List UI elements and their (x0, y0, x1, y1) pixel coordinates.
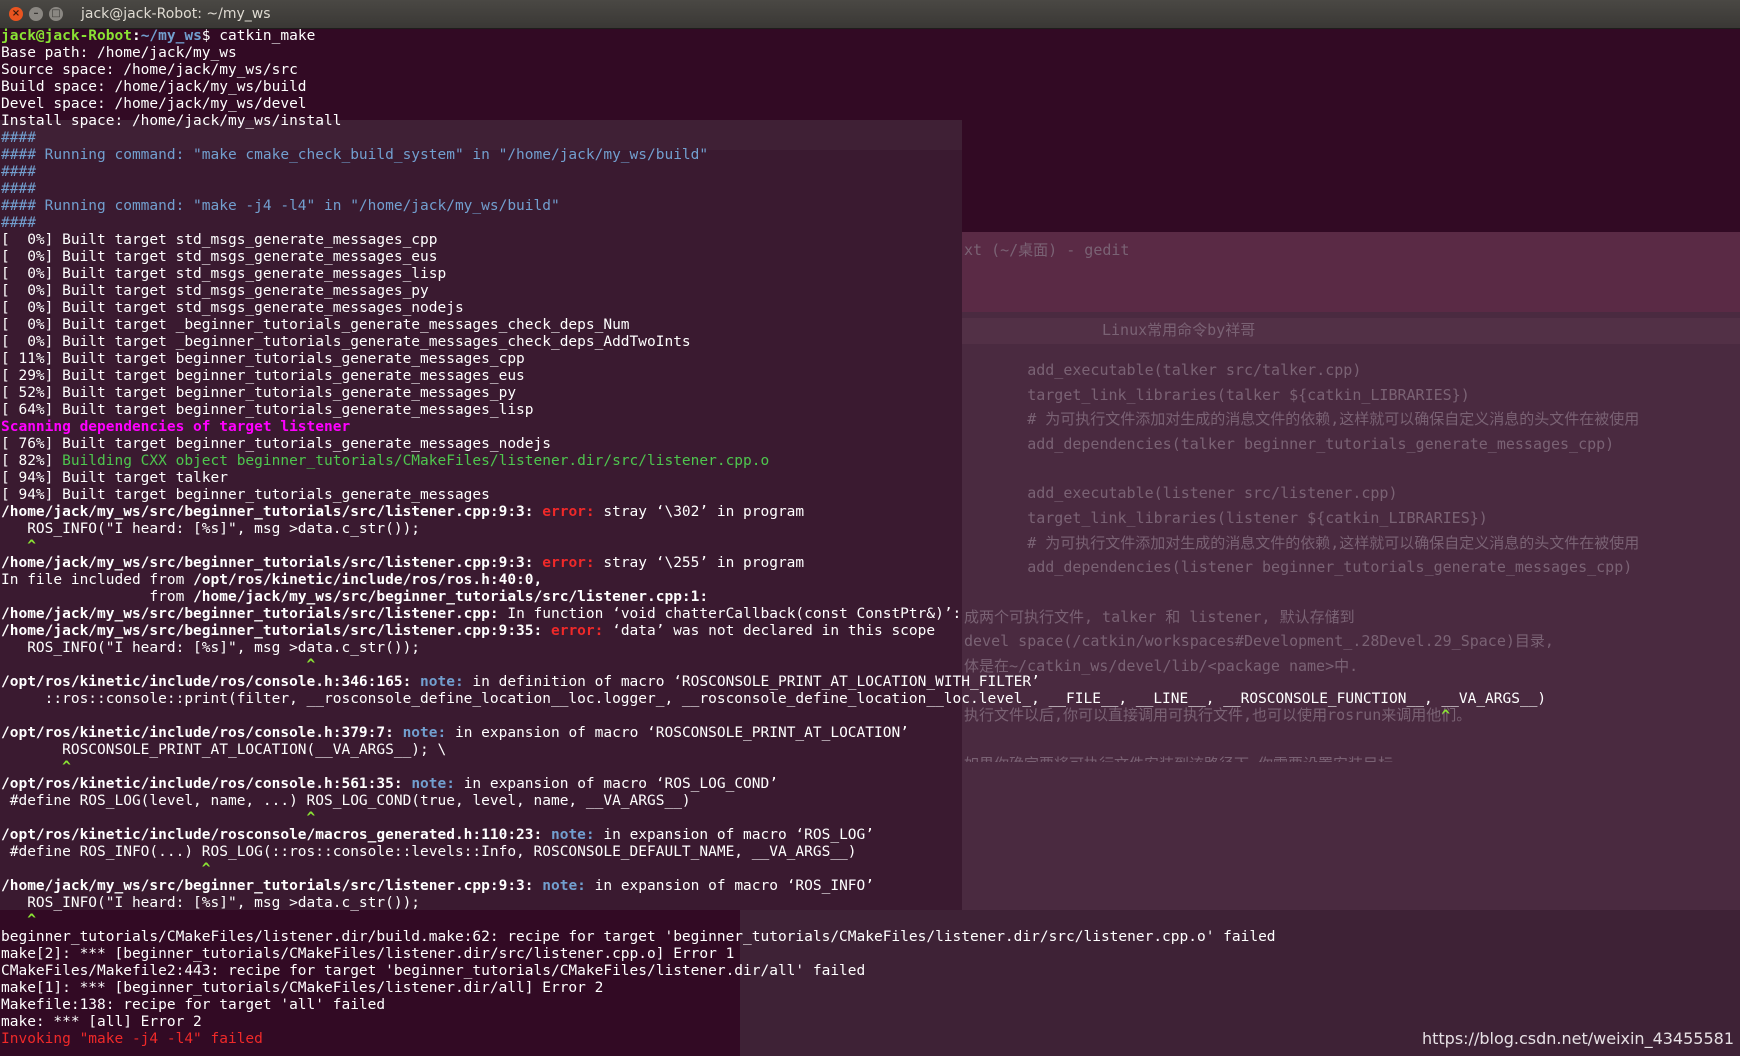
scanning-line: Scanning dependencies of target listener (1, 419, 351, 435)
error-line: /home/jack/my_ws/src/beginner_tutorials/… (1, 555, 805, 571)
desktop: xt (~/桌面) - gedit Linux常用命令by祥哥 add_exec… (0, 0, 1740, 1056)
failure-line: make[1]: *** [beginner_tutorials/CMakeFi… (1, 980, 604, 996)
output-line: [ 0%] Built target _beginner_tutorials_g… (1, 334, 691, 350)
caret-line: ^ (1, 759, 71, 775)
window-title: jack@jack-Robot: ~/my_ws (81, 6, 271, 22)
code-line: #define ROS_LOG(level, name, ...) ROS_LO… (1, 793, 691, 809)
caret-line: ^ (1, 861, 211, 877)
error-line: /home/jack/my_ws/src/beginner_tutorials/… (1, 623, 936, 639)
caret-line: ^ (1, 708, 1451, 724)
output-line: Base path: /home/jack/my_ws (1, 45, 237, 61)
note-line: /home/jack/my_ws/src/beginner_tutorials/… (1, 878, 874, 894)
included-line: from /home/jack/my_ws/src/beginner_tutor… (1, 589, 709, 605)
output-line: [ 29%] Built target beginner_tutorials_g… (1, 368, 525, 384)
included-line: In file included from /opt/ros/kinetic/i… (1, 572, 543, 588)
error-keyword: error: (550, 623, 613, 639)
in-function-line: /home/jack/my_ws/src/beginner_tutorials/… (1, 606, 962, 622)
terminal-titlebar[interactable]: × – □ jack@jack-Robot: ~/my_ws (0, 0, 1740, 29)
note-keyword: note: (402, 725, 455, 741)
note-line: /opt/ros/kinetic/include/rosconsole/macr… (1, 827, 874, 843)
prompt-command: catkin_make (219, 28, 316, 44)
minimize-button[interactable]: – (29, 7, 43, 21)
watermark-url: https://blog.csdn.net/weixin_43455581 (1421, 1029, 1734, 1048)
output-line: #### (1, 181, 36, 197)
code-line: ::ros::console::print(filter, __rosconso… (1, 691, 1547, 707)
output-line: #### Running command: "make -j4 -l4" in … (1, 198, 560, 214)
output-line: [ 0%] Built target std_msgs_generate_mes… (1, 232, 438, 248)
output-line: Build space: /home/jack/my_ws/build (1, 79, 307, 95)
output-line: [ 0%] Built target std_msgs_generate_mes… (1, 249, 438, 265)
output-line: [ 76%] Built target beginner_tutorials_g… (1, 436, 551, 452)
output-line: [ 11%] Built target beginner_tutorials_g… (1, 351, 525, 367)
close-button[interactable]: × (9, 7, 23, 21)
caret-line: ^ (1, 912, 36, 928)
note-line: /opt/ros/kinetic/include/ros/console.h:5… (1, 776, 778, 792)
note-keyword: note: (542, 878, 595, 894)
note-line: /opt/ros/kinetic/include/ros/console.h:3… (1, 674, 1040, 690)
output-line: Source space: /home/jack/my_ws/src (1, 62, 298, 78)
code-line: ROS_INFO("I heard: [%s]", msg >data.c_st… (1, 895, 421, 911)
output-line: [ 0%] Built target _beginner_tutorials_g… (1, 317, 630, 333)
caret-line: ^ (1, 810, 316, 826)
code-line: ROSCONSOLE_PRINT_AT_LOCATION(__VA_ARGS__… (1, 742, 447, 758)
code-line: ROS_INFO("I heard: [%s]", msg >data.c_st… (1, 640, 421, 656)
maximize-button[interactable]: □ (49, 7, 63, 21)
output-line: #### (1, 130, 36, 146)
caret-line: ^ (1, 538, 36, 554)
building-cxx-object: Building CXX object beginner_tutorials/C… (62, 453, 770, 469)
caret-line: ^ (1, 657, 316, 673)
output-line: [ 0%] Built target std_msgs_generate_mes… (1, 300, 464, 316)
failure-line: make[2]: *** [beginner_tutorials/CMakeFi… (1, 946, 735, 962)
building-line: [ 82%] Building CXX object beginner_tuto… (1, 453, 770, 469)
note-keyword: note: (411, 776, 464, 792)
output-line: #### Running command: "make cmake_check_… (1, 147, 709, 163)
prompt-user-host: jack@jack-Robot (1, 28, 132, 44)
code-line: #define ROS_INFO(...) ROS_LOG(::ros::con… (1, 844, 857, 860)
output-line: #### (1, 215, 36, 231)
output-line: [ 94%] Built target beginner_tutorials_g… (1, 487, 490, 503)
note-line: /opt/ros/kinetic/include/ros/console.h:3… (1, 725, 909, 741)
output-line: #### (1, 164, 36, 180)
failure-line: Makefile:138: recipe for target 'all' fa… (1, 997, 386, 1013)
prompt-path: ~/my_ws (140, 28, 202, 44)
error-keyword: error: (542, 555, 604, 571)
note-keyword: note: (420, 674, 473, 690)
output-line: [ 52%] Built target beginner_tutorials_g… (1, 385, 517, 401)
failure-line: beginner_tutorials/CMakeFiles/listener.d… (1, 929, 1276, 945)
note-keyword: note: (550, 827, 604, 843)
error-line: /home/jack/my_ws/src/beginner_tutorials/… (1, 504, 805, 520)
prompt-symbol: $ (201, 28, 220, 44)
output-line: [ 94%] Built target talker (1, 470, 228, 486)
prompt-line: jack@jack-Robot:~/my_ws$ catkin_make (1, 28, 316, 44)
output-line: Devel space: /home/jack/my_ws/devel (1, 96, 307, 112)
error-keyword: error: (542, 504, 604, 520)
output-line: [ 64%] Built target beginner_tutorials_g… (1, 402, 534, 418)
failure-line: CMakeFiles/Makefile2:443: recipe for tar… (1, 963, 866, 979)
terminal-output[interactable]: jack@jack-Robot:~/my_ws$ catkin_make Bas… (1, 28, 1740, 1056)
output-line: Install space: /home/jack/my_ws/install (1, 113, 342, 129)
code-line: ROS_INFO("I heard: [%s]", msg >data.c_st… (1, 521, 421, 537)
output-line: [ 0%] Built target std_msgs_generate_mes… (1, 266, 447, 282)
output-line: [ 0%] Built target std_msgs_generate_mes… (1, 283, 429, 299)
